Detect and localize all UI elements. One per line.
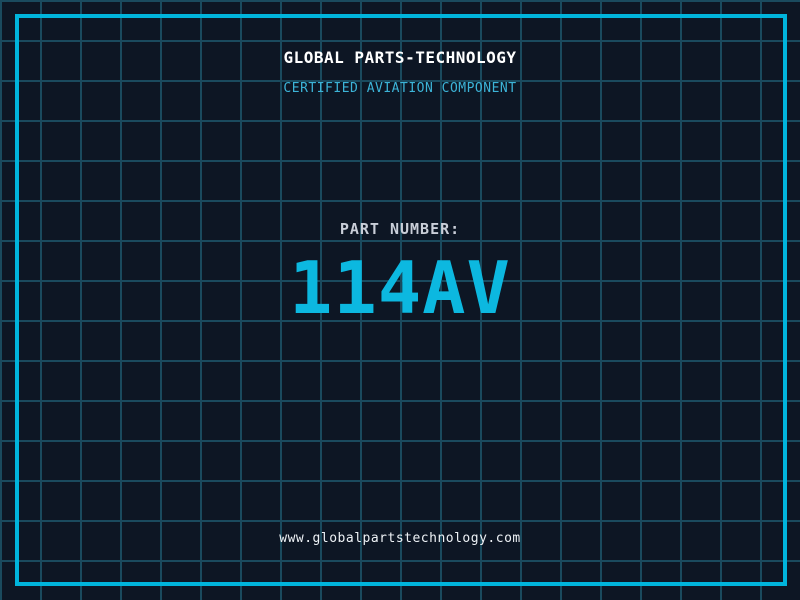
- part-number-value: 114AV: [289, 246, 511, 330]
- website-url: www.globalpartstechnology.com: [279, 531, 521, 546]
- blueprint-part-card: { "header": { "company_name": "GLOBAL PA…: [0, 0, 800, 600]
- company-name: GLOBAL PARTS-TECHNOLOGY: [283, 48, 517, 67]
- part-number-label: PART NUMBER:: [339, 220, 461, 238]
- certification-tagline: CERTIFIED AVIATION COMPONENT: [283, 81, 517, 96]
